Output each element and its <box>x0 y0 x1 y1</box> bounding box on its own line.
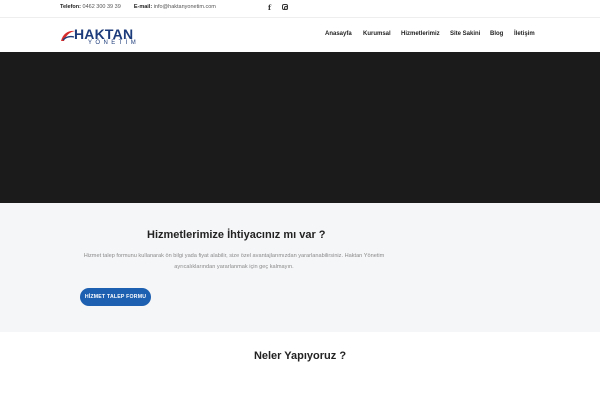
email-label: E-mail: <box>133 4 153 10</box>
nav-item-kurumsal[interactable]: Kurumsal <box>363 31 391 37</box>
service-request-title: Hizmetlerimize İhtiyacınız mı var ? <box>147 229 326 241</box>
nav-item-site-sakini[interactable]: Site Sakini <box>450 31 480 37</box>
service-request-button[interactable]: HİZMET TALEP FORMU <box>80 288 151 306</box>
nav-item-hizmetlerimiz[interactable]: Hizmetlerimiz <box>401 31 440 37</box>
what-we-do-title: Neler Yapıyoruz ? <box>253 350 347 362</box>
phone-number[interactable]: 0462 300 39 39 <box>83 4 121 10</box>
service-request-description: Hizmet talep formunu kullanarak ön bilgi… <box>83 253 385 270</box>
nav-item-anasayfa[interactable]: Anasayfa <box>325 31 352 37</box>
nav-item-blog[interactable]: Blog <box>490 31 503 37</box>
site-header: HAKTAN YÖNETİM Anasayfa Kurumsal Hizmetl… <box>0 17 600 52</box>
hero-banner <box>0 52 600 203</box>
contact-info: Telefon: 0462 300 39 39 E-mail: info@hak… <box>60 4 216 10</box>
top-bar: Telefon: 0462 300 39 39 E-mail: info@hak… <box>0 0 600 17</box>
facebook-icon[interactable]: f <box>268 3 271 12</box>
nav-item-iletisim[interactable]: İletişim <box>514 31 535 37</box>
email-address[interactable]: info@haktanyonetim.com <box>154 4 216 10</box>
service-request-section: Hizmetlerimize İhtiyacınız mı var ? Hizm… <box>0 203 600 332</box>
logo-subtitle: YÖNETİM <box>88 40 140 46</box>
site-logo[interactable]: HAKTAN YÖNETİM <box>60 26 144 48</box>
what-we-do-section: Neler Yapıyoruz ? <box>0 332 600 400</box>
instagram-icon[interactable] <box>282 4 288 10</box>
phone-label: Telefon: <box>60 4 81 10</box>
